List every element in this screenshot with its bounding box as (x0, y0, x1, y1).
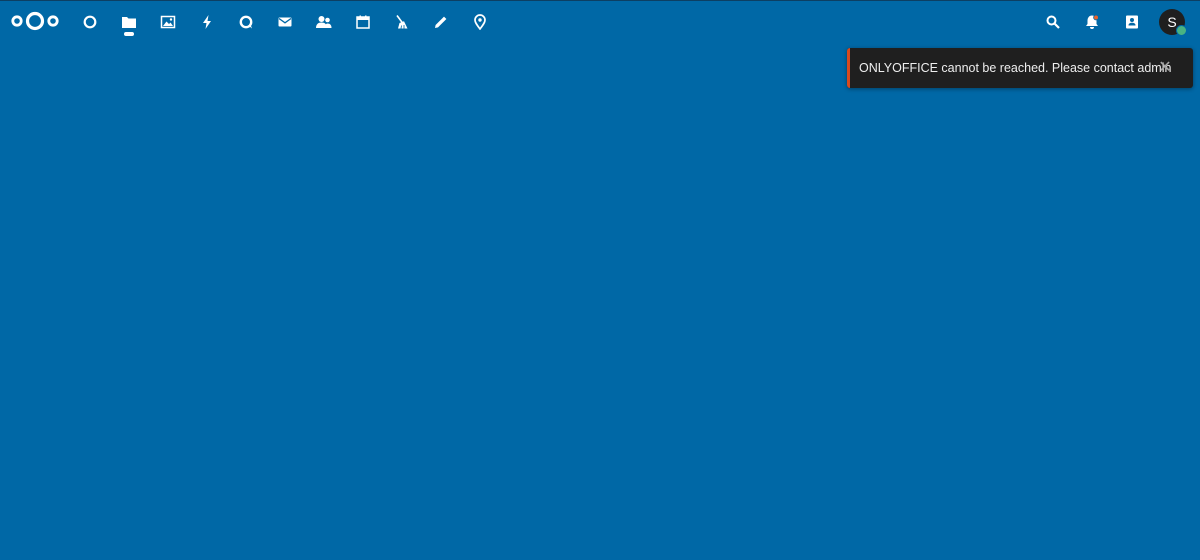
map-pin-icon (474, 14, 486, 30)
toast-accent-bar (847, 48, 850, 88)
pencil-icon (435, 16, 447, 28)
app-calendar[interactable] (348, 5, 378, 39)
notifications-icon (1086, 14, 1099, 29)
notifications-button[interactable] (1077, 7, 1107, 37)
app-header: S (0, 1, 1200, 43)
close-icon[interactable]: ✕ (1155, 58, 1175, 78)
app-files[interactable] (114, 5, 144, 39)
search-button[interactable] (1038, 7, 1068, 37)
nextcloud-logo[interactable] (10, 9, 60, 33)
folder-icon (122, 17, 136, 28)
app-photos[interactable] (153, 5, 183, 39)
app-contacts[interactable] (309, 5, 339, 39)
app-mail[interactable] (270, 5, 300, 39)
talk-icon (239, 15, 253, 29)
image-icon (160, 15, 176, 29)
mail-icon (278, 17, 292, 27)
toast-message: ONLYOFFICE cannot be reached. Please con… (859, 61, 1172, 75)
calendar-icon (356, 15, 370, 29)
broom-icon (396, 15, 408, 29)
avatar-initial: S (1167, 14, 1177, 30)
app-talk[interactable] (231, 5, 261, 39)
app-deck[interactable] (387, 5, 417, 39)
lightning-icon (203, 15, 211, 29)
active-app-indicator (124, 32, 134, 36)
app-dashboard[interactable] (75, 5, 105, 39)
contacts-icon (316, 16, 332, 28)
search-icon (1046, 15, 1060, 29)
app-maps[interactable] (465, 5, 495, 39)
contacts-menu-icon (1126, 15, 1138, 29)
online-status-indicator (1176, 25, 1187, 36)
app-notes[interactable] (426, 5, 456, 39)
dashboard-icon (83, 15, 97, 29)
app-activity[interactable] (192, 5, 222, 39)
error-toast: ONLYOFFICE cannot be reached. Please con… (847, 48, 1193, 88)
user-avatar[interactable]: S (1159, 9, 1187, 36)
contacts-menu-button[interactable] (1117, 7, 1147, 37)
